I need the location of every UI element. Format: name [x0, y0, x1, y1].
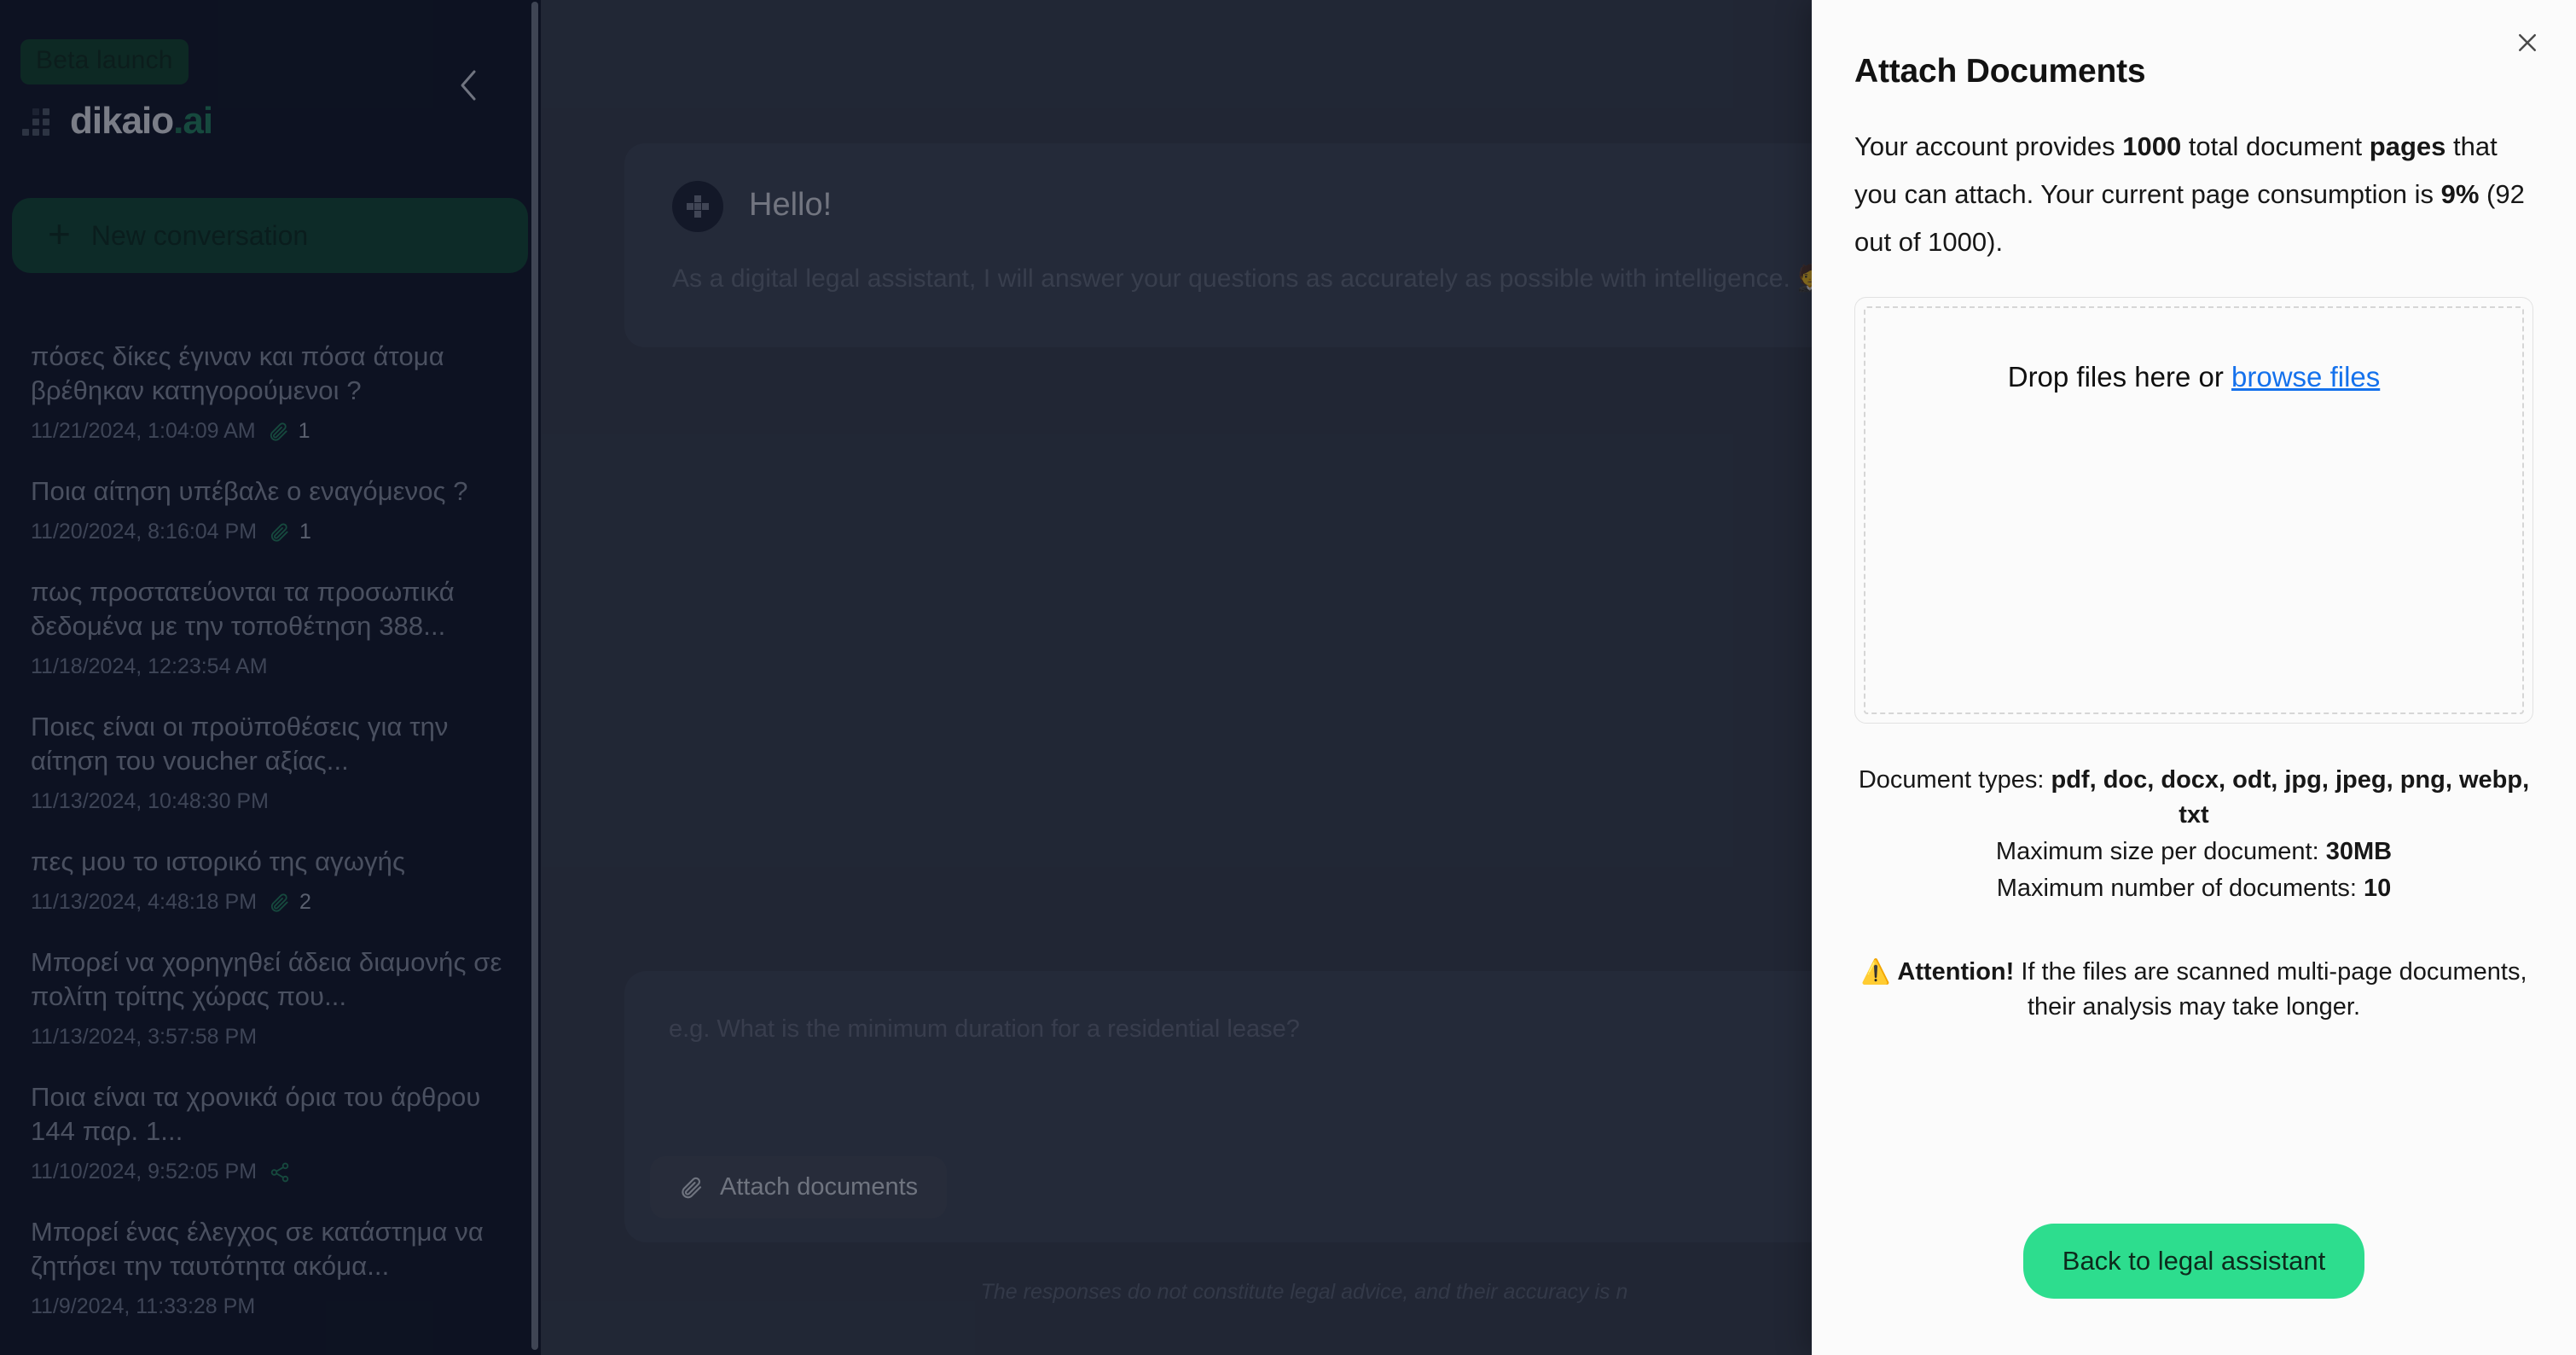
attach-documents-panel: Attach Documents Your account provides 1…: [1812, 0, 2576, 1355]
max-size-value: 30MB: [2325, 838, 2393, 865]
paperclip-icon: [679, 1175, 705, 1201]
conversation-timestamp: 11/13/2024, 4:48:18 PM: [31, 890, 258, 914]
conversation-timestamp: 11/9/2024, 11:33:28 PM: [31, 1294, 256, 1318]
attach-documents-button[interactable]: Attach documents: [650, 1156, 948, 1218]
max-count-line: Maximum number of documents: 10: [1854, 871, 2533, 906]
message-input[interactable]: [643, 990, 2005, 1126]
app-root: Beta launch dikaio.ai + New conversation: [0, 0, 2576, 1355]
list-item[interactable]: Μπορεί να χορηγηθεί άδεια διαμονής σε πο…: [0, 945, 541, 1050]
greeting-title: Hello!: [749, 187, 833, 223]
composer-actions: Attach documents: [643, 1131, 2005, 1224]
close-panel-button[interactable]: [2509, 24, 2546, 61]
dropzone-label: Drop files here or: [2007, 361, 2232, 393]
conversation-title: πως προστατεύονται τα προσωπικά δεδομένα…: [31, 577, 455, 641]
list-item[interactable]: Ποια αίτηση υπέβαλε ο εναγόμενος ? 11/20…: [0, 474, 541, 544]
conversation-meta: 11/13/2024, 4:48:18 PM 2: [31, 890, 507, 915]
document-types-line: Document types: pdf, doc, docx, odt, jpg…: [1854, 763, 2533, 833]
dikaio-logo-icon: [22, 103, 58, 139]
attachment-count: 1: [298, 419, 310, 443]
chevron-left-icon: [461, 70, 476, 101]
paperclip-icon: [269, 521, 291, 544]
beta-launch-badge: Beta launch: [20, 39, 189, 84]
conversation-title: Μπορεί ένας έλεγχος σε κατάστημα να ζητή…: [31, 1217, 484, 1281]
logo-dot: .: [173, 100, 183, 142]
total-pages-value: 1000: [2122, 131, 2182, 161]
list-item[interactable]: πες μου το ιστορικό της αγωγής 11/13/202…: [0, 845, 541, 915]
document-types-value: pdf, doc, docx, odt, jpg, jpeg, png, web…: [2051, 766, 2530, 829]
page-title: Attach Documents: [1854, 53, 2146, 90]
brand-name: dikaio.ai: [70, 100, 213, 142]
attachment-count: 2: [299, 890, 311, 914]
consumption-percent: 9%: [2440, 179, 2480, 209]
conversation-meta: 11/21/2024, 1:04:09 AM 1: [31, 419, 507, 444]
conversation-title: Μπορεί να χορηγηθεί άδεια διαμονής σε πο…: [31, 947, 502, 1011]
conversation-timestamp: 11/21/2024, 1:04:09 AM: [31, 419, 256, 443]
paperclip-icon: [268, 421, 290, 443]
warning-icon: ⚠️: [1860, 958, 1891, 985]
sidebar-collapse-button[interactable]: [450, 67, 487, 104]
logo-word: dikaio: [70, 100, 174, 142]
conversation-meta: 11/13/2024, 3:57:58 PM: [31, 1025, 507, 1050]
conversation-meta: 11/18/2024, 12:23:54 AM: [31, 654, 507, 679]
max-size-line: Maximum size per document: 30MB: [1854, 835, 2533, 869]
back-to-legal-assistant-button[interactable]: Back to legal assistant: [2022, 1224, 2365, 1299]
pages-word: pages: [2369, 131, 2446, 161]
conversation-meta: 11/9/2024, 11:33:28 PM: [31, 1294, 507, 1319]
list-item[interactable]: πόσες δίκες έγιναν και πόσα άτομα βρέθηκ…: [0, 340, 541, 444]
attention-notice: ⚠️ Attention! If the files are scanned m…: [1854, 954, 2533, 1025]
sidebar-scrollbar[interactable]: [531, 2, 538, 1350]
conversation-timestamp: 11/20/2024, 8:16:04 PM: [31, 520, 258, 544]
dikaio-logo-icon: [687, 195, 709, 218]
plus-icon: +: [48, 211, 71, 256]
dropzone-container: Drop files here or browse files: [1854, 297, 2533, 724]
panel-footer: Back to legal assistant: [1854, 1224, 2533, 1355]
conversation-meta: 11/10/2024, 9:52:05 PM: [31, 1160, 507, 1184]
attach-documents-label: Attach documents: [720, 1173, 919, 1201]
conversation-timestamp: 11/10/2024, 9:52:05 PM: [31, 1160, 258, 1183]
conversation-timestamp: 11/18/2024, 12:23:54 AM: [31, 654, 268, 678]
new-conversation-button[interactable]: + New conversation: [12, 198, 528, 273]
desc-part1: Your account provides: [1854, 131, 2123, 161]
conversation-meta: 11/20/2024, 8:16:04 PM 1: [31, 520, 507, 544]
conversation-title: Ποια είναι τα χρονικά όρια του άρθρου 14…: [31, 1082, 481, 1146]
conversation-title: πόσες δίκες έγιναν και πόσα άτομα βρέθηκ…: [31, 341, 444, 405]
brand-logo[interactable]: dikaio.ai: [22, 100, 213, 142]
conversation-title: Ποια αίτηση υπέβαλε ο εναγόμενος ?: [31, 476, 468, 506]
list-item[interactable]: Ποια είναι τα χρονικά όρια του άρθρου 14…: [0, 1080, 541, 1184]
list-item[interactable]: Μπορεί ένας έλεγχος σε κατάστημα να ζητή…: [0, 1215, 541, 1319]
share-icon: [269, 1161, 291, 1183]
new-conversation-label: New conversation: [90, 219, 309, 251]
attention-text: If the files are scanned multi-page docu…: [2014, 958, 2527, 1021]
conversation-title: Ποιες είναι οι προϋποθέσεις για την αίτη…: [31, 712, 449, 776]
conversation-meta: 11/13/2024, 10:48:30 PM: [31, 789, 507, 814]
conversation-list[interactable]: πόσες δίκες έγιναν και πόσα άτομα βρέθηκ…: [0, 340, 541, 1355]
max-size-label: Maximum size per document:: [1995, 838, 2326, 865]
paperclip-icon: [269, 892, 291, 914]
sidebar: Beta launch dikaio.ai + New conversation: [0, 0, 541, 1355]
max-count-label: Maximum number of documents:: [1996, 875, 2364, 902]
max-count-value: 10: [2364, 875, 2392, 902]
dropzone-text: Drop files here or browse files: [2008, 361, 2381, 393]
avatar: [672, 181, 723, 232]
conversation-timestamp: 11/13/2024, 3:57:58 PM: [31, 1025, 258, 1049]
list-item[interactable]: Ποιες είναι οι προϋποθέσεις για την αίτη…: [0, 710, 541, 814]
conversation-title: πες μου το ιστορικό της αγωγής: [31, 846, 405, 876]
document-types-label: Document types:: [1858, 766, 2051, 794]
page-consumption-description: Your account provides 1000 total documen…: [1854, 123, 2533, 266]
list-item[interactable]: πως προστατεύονται τα προσωπικά δεδομένα…: [0, 575, 541, 679]
desc-part2: total document: [2181, 131, 2370, 161]
attachment-count: 1: [299, 520, 311, 544]
attention-label: Attention!: [1897, 958, 2015, 986]
logo-suffix: ai: [183, 100, 213, 142]
close-icon: [2519, 34, 2536, 51]
greeting-body: As a digital legal assistant, I will ans…: [672, 265, 1862, 293]
greeting-header: Hello!: [672, 179, 1976, 232]
browse-files-link[interactable]: browse files: [2231, 361, 2380, 393]
conversation-timestamp: 11/13/2024, 10:48:30 PM: [31, 789, 269, 813]
file-dropzone[interactable]: Drop files here or browse files: [1864, 306, 2524, 714]
document-constraints: Document types: pdf, doc, docx, odt, jpg…: [1854, 763, 2533, 906]
